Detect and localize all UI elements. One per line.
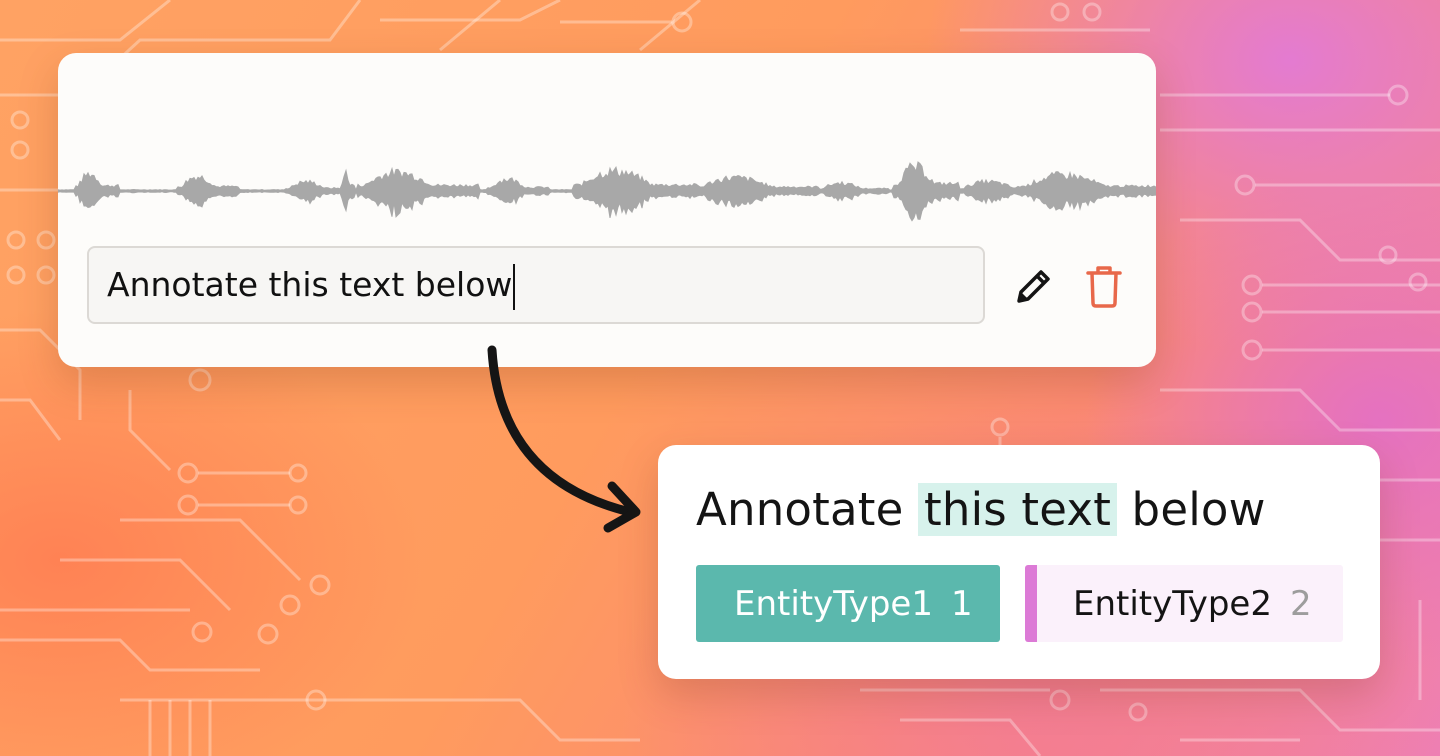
annotation-result-card: Annotate this text below EntityType1 1 E… [658, 445, 1380, 679]
entity-label: EntityType1 [734, 583, 933, 624]
transcript-input-value: Annotate this text below [107, 265, 513, 304]
text-caret [513, 263, 516, 310]
delete-button[interactable] [1081, 263, 1127, 309]
entity-count: 1 [951, 583, 973, 624]
pencil-icon [1017, 270, 1050, 303]
transcript-input[interactable]: Annotate this text below [87, 246, 985, 324]
entity-label: EntityType2 [1073, 583, 1272, 624]
entity-chip-entitytype2[interactable]: EntityType2 2 [1025, 565, 1343, 642]
sentence-suffix: below [1117, 483, 1266, 536]
annotated-sentence: Annotate this text below [696, 483, 1266, 536]
edit-button[interactable] [1011, 263, 1057, 309]
entity-chip-entitytype1[interactable]: EntityType1 1 [696, 565, 1000, 642]
sentence-prefix: Annotate [696, 483, 919, 536]
audio-waveform[interactable] [58, 141, 1156, 241]
highlighted-span[interactable]: this text [918, 483, 1118, 536]
entity-count: 2 [1290, 583, 1312, 624]
audio-transcript-card: Annotate this text below [58, 53, 1156, 367]
trash-icon [1086, 266, 1122, 308]
